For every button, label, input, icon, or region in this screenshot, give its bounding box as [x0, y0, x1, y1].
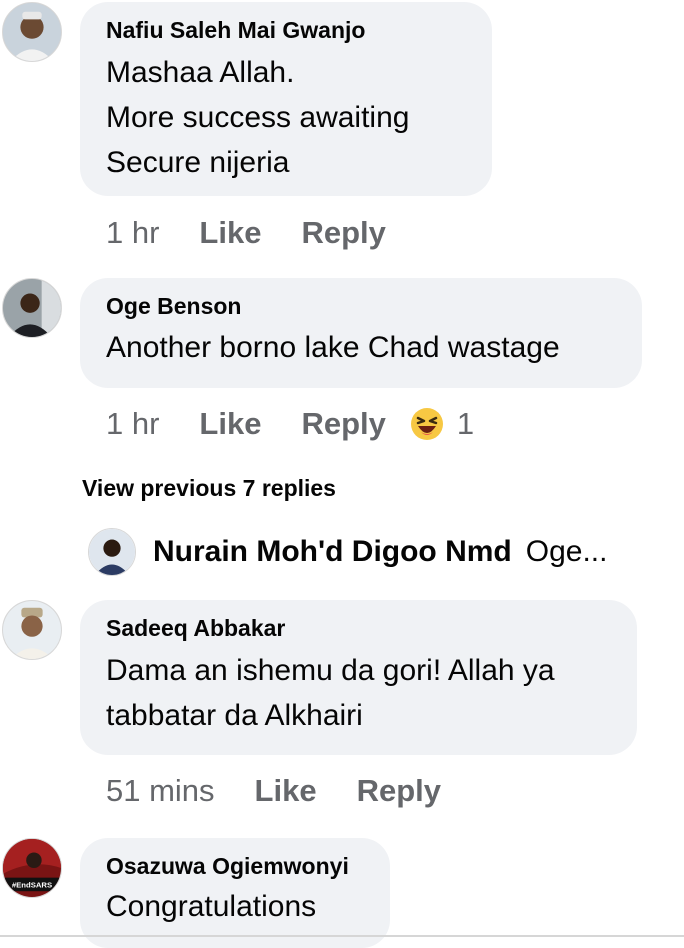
avatar-oge[interactable]: [2, 278, 62, 338]
like-button[interactable]: Like: [199, 406, 261, 442]
reply-button[interactable]: Reply: [301, 215, 385, 251]
avatar-nurain[interactable]: [88, 528, 136, 576]
comment-bubble: Nafiu Saleh Mai Gwanjo Mashaa Allah. Mor…: [80, 2, 492, 196]
laughing-emoji-icon: [410, 408, 443, 440]
avatar-osazuwa[interactable]: #EndSARS: [2, 838, 62, 898]
comment-text-line: More success awaiting: [106, 101, 410, 134]
reaction-count: 1: [456, 406, 475, 441]
avatar-hashtag-text: #EndSARS: [12, 880, 52, 889]
reaction-summary[interactable]: 1: [410, 406, 474, 442]
comment-text-line: Another borno lake Chad wastage: [106, 331, 560, 364]
reply-preview[interactable]: Nurain Moh'd Digoo Nmd Oge...: [88, 528, 607, 576]
comment-author[interactable]: Nafiu Saleh Mai Gwanjo: [106, 16, 466, 44]
comment-timestamp[interactable]: 1 hr: [106, 215, 159, 251]
comment-actions: 51 mins Like Reply: [106, 773, 441, 809]
person-photo-icon: [89, 529, 135, 575]
comment-bubble: Oge Benson Another borno lake Chad wasta…: [80, 278, 642, 388]
comment-text-line: Secure nijeria: [106, 146, 290, 179]
avatar-nafiu[interactable]: [2, 2, 62, 62]
comment-text-line: Mashaa Allah.: [106, 56, 295, 89]
like-button[interactable]: Like: [255, 773, 317, 809]
comment-actions: 1 hr Like Reply 1: [106, 406, 474, 442]
comment-text-line: Congratulations: [106, 890, 317, 923]
person-photo-icon: [3, 279, 61, 337]
reply-button[interactable]: Reply: [357, 773, 441, 809]
comment-author[interactable]: Osazuwa Ogiemwonyi: [106, 852, 364, 880]
comment-timestamp[interactable]: 1 hr: [106, 406, 159, 442]
reply-button[interactable]: Reply: [301, 406, 385, 442]
divider: [0, 935, 684, 937]
person-photo-icon: [3, 3, 61, 61]
comment-actions: 1 hr Like Reply: [106, 215, 386, 251]
person-photo-icon: [3, 601, 61, 659]
person-photo-icon: #EndSARS: [3, 839, 61, 897]
view-previous-replies-link[interactable]: View previous 7 replies: [82, 475, 336, 502]
comment-text-line: Dama an ishemu da gori! Allah ya: [106, 654, 555, 687]
comment-author[interactable]: Sadeeq Abbakar: [106, 614, 611, 642]
comment-bubble: Sadeeq Abbakar Dama an ishemu da gori! A…: [80, 600, 637, 755]
comment-bubble: Osazuwa Ogiemwonyi Congratulations: [80, 838, 390, 948]
like-button[interactable]: Like: [199, 215, 261, 251]
comment-author[interactable]: Oge Benson: [106, 292, 616, 320]
avatar-sadeeq[interactable]: [2, 600, 62, 660]
reply-snippet: Oge...: [525, 535, 608, 568]
comment-text-line: tabbatar da Alkhairi: [106, 699, 363, 732]
reply-author[interactable]: Nurain Moh'd Digoo Nmd: [153, 535, 512, 569]
comment-timestamp[interactable]: 51 mins: [106, 773, 215, 809]
